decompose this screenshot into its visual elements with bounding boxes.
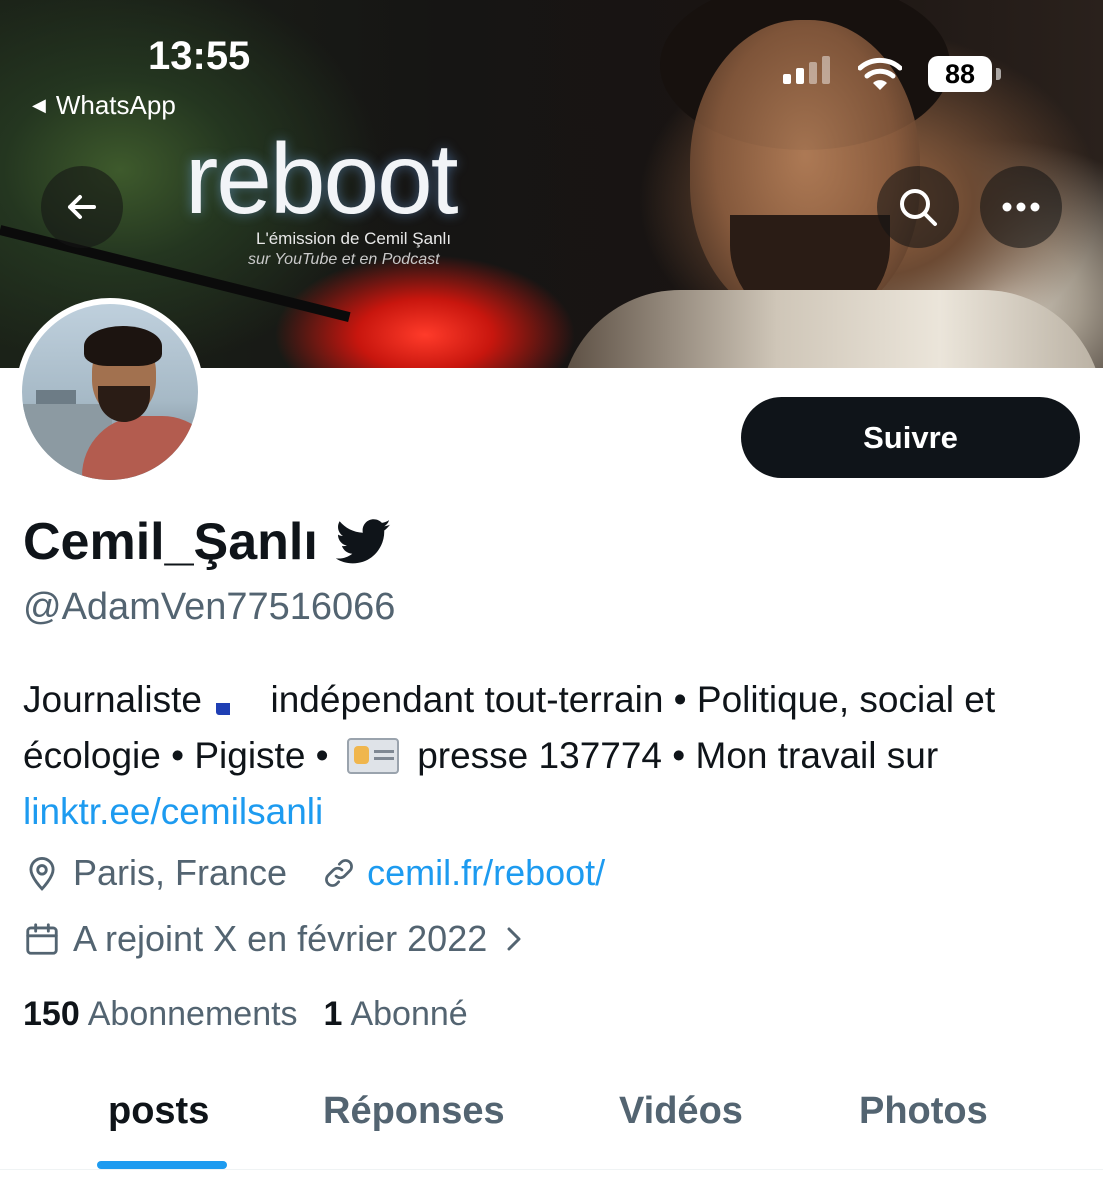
following-count: 150 — [23, 995, 80, 1033]
bird-icon — [335, 519, 391, 564]
link-icon — [325, 859, 353, 887]
followers-stat[interactable]: 1 Abonné — [324, 995, 468, 1034]
chevron-right-icon — [507, 927, 521, 951]
more-options-button[interactable] — [980, 166, 1062, 248]
follow-button[interactable]: Suivre — [741, 397, 1080, 478]
profile-avatar[interactable] — [16, 298, 204, 486]
id-card-icon — [346, 738, 399, 774]
joined-text: A rejoint X en février 2022 — [73, 918, 488, 959]
following-label: Abonnements — [87, 995, 298, 1033]
bio-link[interactable]: linktr.ee/cemilsanli — [23, 791, 323, 832]
battery-level: 88 — [944, 58, 976, 89]
calendar-icon — [26, 923, 58, 955]
back-button[interactable] — [41, 166, 123, 248]
website-link[interactable]: cemil.fr/reboot/ — [367, 852, 605, 894]
back-triangle-icon: ◀ — [32, 95, 46, 115]
banner-subtitle-2: sur YouTube et en Podcast — [248, 251, 440, 268]
battery-indicator: 88 — [928, 56, 992, 92]
followers-count: 1 — [323, 995, 343, 1033]
back-to-app-link[interactable]: ◀ WhatsApp — [32, 90, 176, 121]
profile-display-name: Cemil_Şanlı — [23, 512, 392, 572]
tabs-divider — [0, 1169, 1103, 1170]
cellular-signal-icon — [783, 56, 830, 84]
battery-nub — [996, 68, 1001, 80]
more-icon — [1002, 202, 1040, 212]
profile-handle: @AdamVen77516066 — [23, 586, 396, 628]
location-text: Paris, France — [73, 852, 288, 893]
arrow-left-icon — [68, 195, 96, 219]
search-button[interactable] — [877, 166, 959, 248]
follow-stats: 150 Abonnements 1 Abonné — [23, 995, 468, 1034]
wifi-icon — [858, 57, 902, 90]
tab-videos[interactable]: Vidéos — [619, 1090, 743, 1133]
joined-row[interactable]: A rejoint X en février 2022 — [23, 918, 527, 960]
france-flag-icon — [216, 689, 256, 715]
back-app-label: WhatsApp — [55, 90, 176, 120]
followers-label: Abonné — [350, 995, 468, 1033]
active-tab-indicator — [97, 1161, 227, 1169]
profile-tabs: posts Réponses Vidéos Photos — [0, 1060, 1103, 1170]
status-time: 13:55 — [148, 34, 251, 78]
location-pin-icon — [29, 857, 55, 891]
tab-photos[interactable]: Photos — [859, 1090, 988, 1133]
bio-text-3: presse 137774 • Mon travail sur — [417, 735, 939, 776]
tab-posts[interactable]: posts — [108, 1090, 209, 1133]
following-stat[interactable]: 150 Abonnements — [23, 995, 298, 1034]
display-name-text: Cemil_Şanlı — [23, 513, 318, 571]
banner-subtitle-1: L'émission de Cemil Şanlı — [256, 229, 452, 248]
bio-text-1: Journaliste — [23, 679, 202, 720]
profile-bio: Journaliste indépendant tout-terrain • P… — [23, 672, 1083, 840]
banner-logo-text: reboot — [185, 123, 459, 235]
tab-replies[interactable]: Réponses — [323, 1090, 505, 1133]
profile-meta-row: Paris, France cemil.fr/reboot/ — [23, 852, 605, 894]
banner-person-shirt — [560, 290, 1103, 368]
search-icon — [900, 189, 937, 226]
